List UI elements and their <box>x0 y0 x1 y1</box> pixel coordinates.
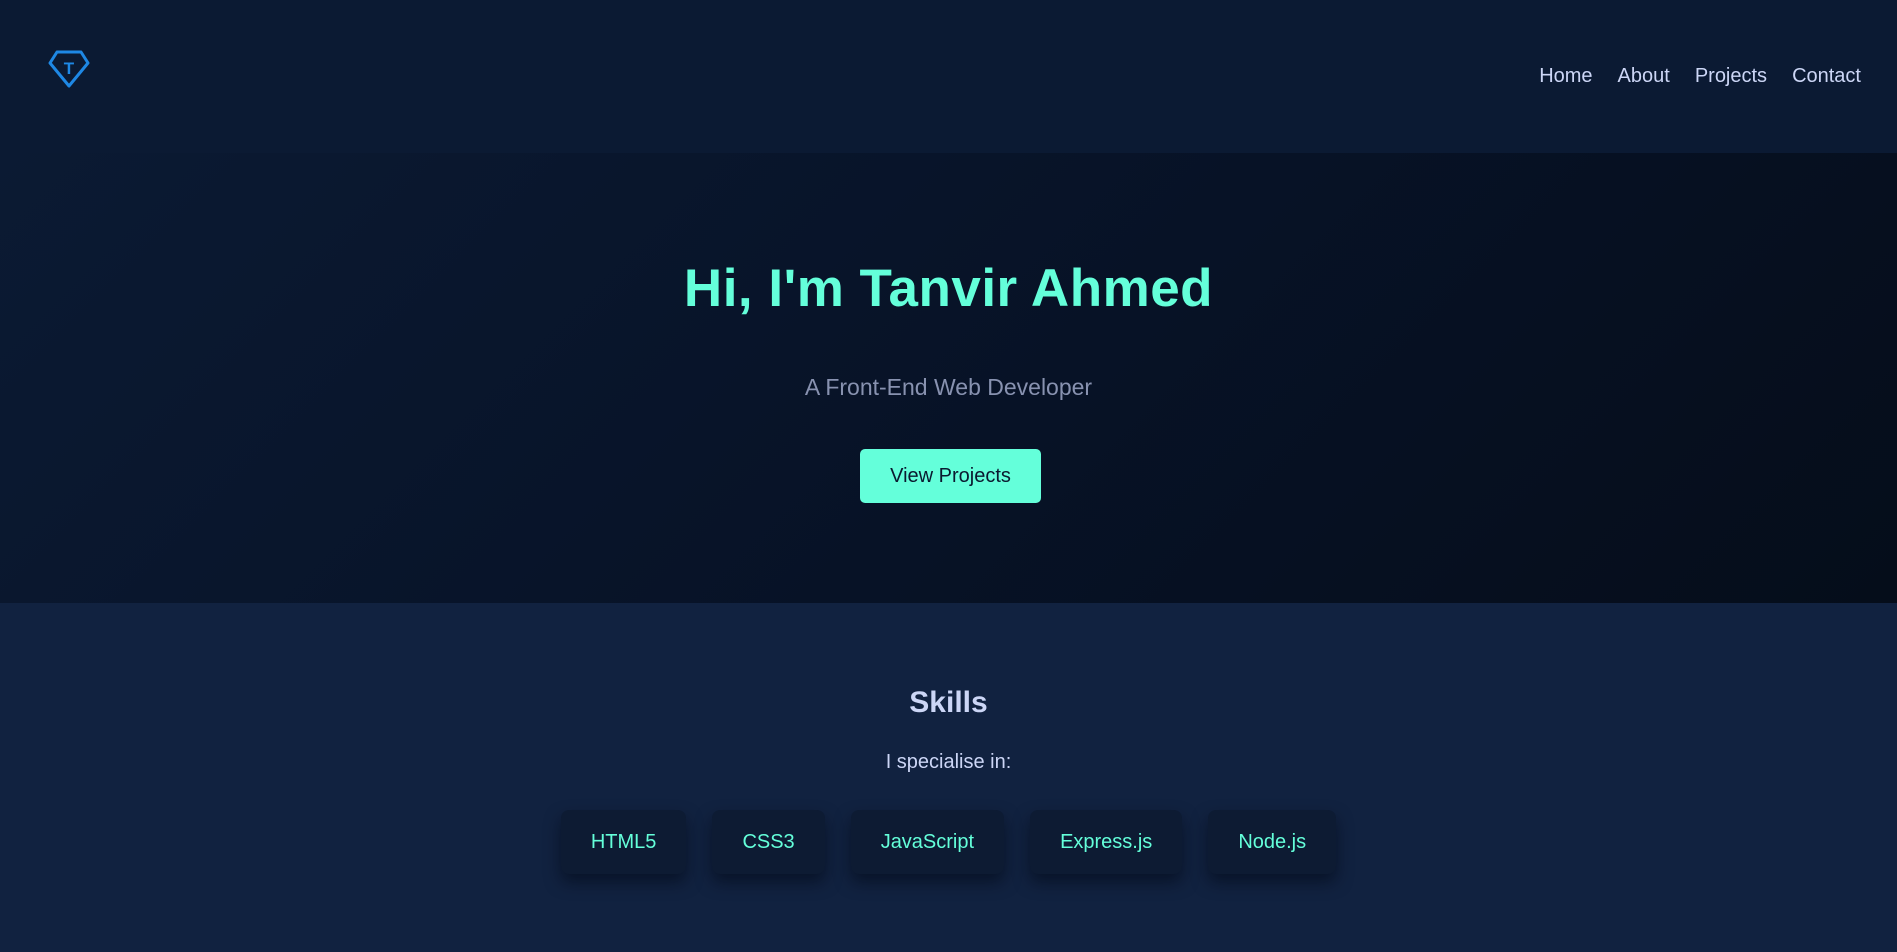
skills-intro: I specialise in: <box>885 751 1012 773</box>
main-nav: Home About Projects Contact <box>1539 62 1861 90</box>
view-projects-button[interactable]: View Projects <box>860 449 1041 503</box>
skill-list: HTML5 CSS3 JavaScript Express.js Node.js <box>0 810 1897 874</box>
skills-title: Skills <box>909 686 988 719</box>
skill-chip-javascript: JavaScript <box>850 810 1005 874</box>
nav-link-about[interactable]: About <box>1618 62 1670 90</box>
hero-subtitle: A Front-End Web Developer <box>804 374 1093 400</box>
site-header: T Home About Projects Contact <box>0 0 1897 153</box>
skills-section: Skills I specialise in: HTML5 CSS3 JavaS… <box>0 603 1897 952</box>
skill-chip-css3: CSS3 <box>712 810 825 874</box>
logo-letter: T <box>64 59 75 78</box>
hero-section: Hi, I'm Tanvir Ahmed A Front-End Web Dev… <box>0 153 1897 603</box>
nav-link-contact[interactable]: Contact <box>1792 62 1861 90</box>
skill-chip-expressjs: Express.js <box>1030 810 1183 874</box>
diamond-t-logo-icon[interactable]: T <box>48 50 90 88</box>
skill-chip-html5: HTML5 <box>560 810 687 874</box>
nav-link-projects[interactable]: Projects <box>1695 62 1767 90</box>
hero-title: Hi, I'm Tanvir Ahmed <box>683 259 1214 318</box>
portfolio-page: T Home About Projects Contact Hi, I'm Ta… <box>0 0 1897 952</box>
skill-chip-nodejs: Node.js <box>1208 810 1337 874</box>
nav-link-home[interactable]: Home <box>1539 62 1592 90</box>
